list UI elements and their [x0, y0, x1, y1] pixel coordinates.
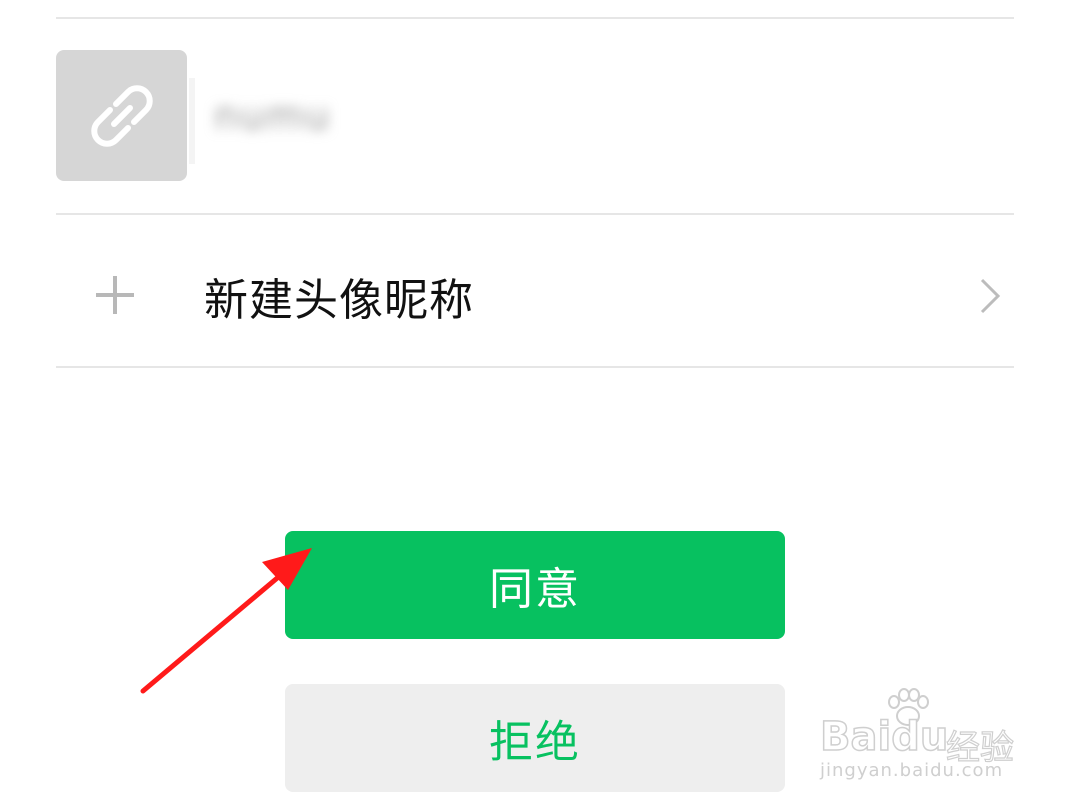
avatar-nickname-row[interactable]: numu	[56, 50, 1014, 182]
new-avatar-nickname-row[interactable]: 新建头像昵称	[56, 216, 1014, 366]
bottom-divider	[56, 366, 1014, 368]
watermark-brand: Baidu	[819, 713, 949, 761]
top-divider	[56, 17, 1014, 19]
new-avatar-nickname-label: 新建头像昵称	[204, 275, 474, 326]
avatar-separator	[189, 78, 195, 164]
nickname-text: numu	[214, 94, 332, 138]
watermark: Baidu 经验 jingyan.baidu.com	[818, 688, 1018, 788]
plus-icon	[96, 276, 134, 314]
link-icon	[90, 84, 153, 147]
middle-divider	[56, 213, 1014, 215]
chevron-right-icon	[980, 278, 1001, 314]
watermark-url: jingyan.baidu.com	[820, 760, 1004, 781]
avatar	[56, 50, 187, 181]
agree-button[interactable]: 同意	[285, 531, 785, 639]
reject-button[interactable]: 拒绝	[285, 684, 785, 792]
